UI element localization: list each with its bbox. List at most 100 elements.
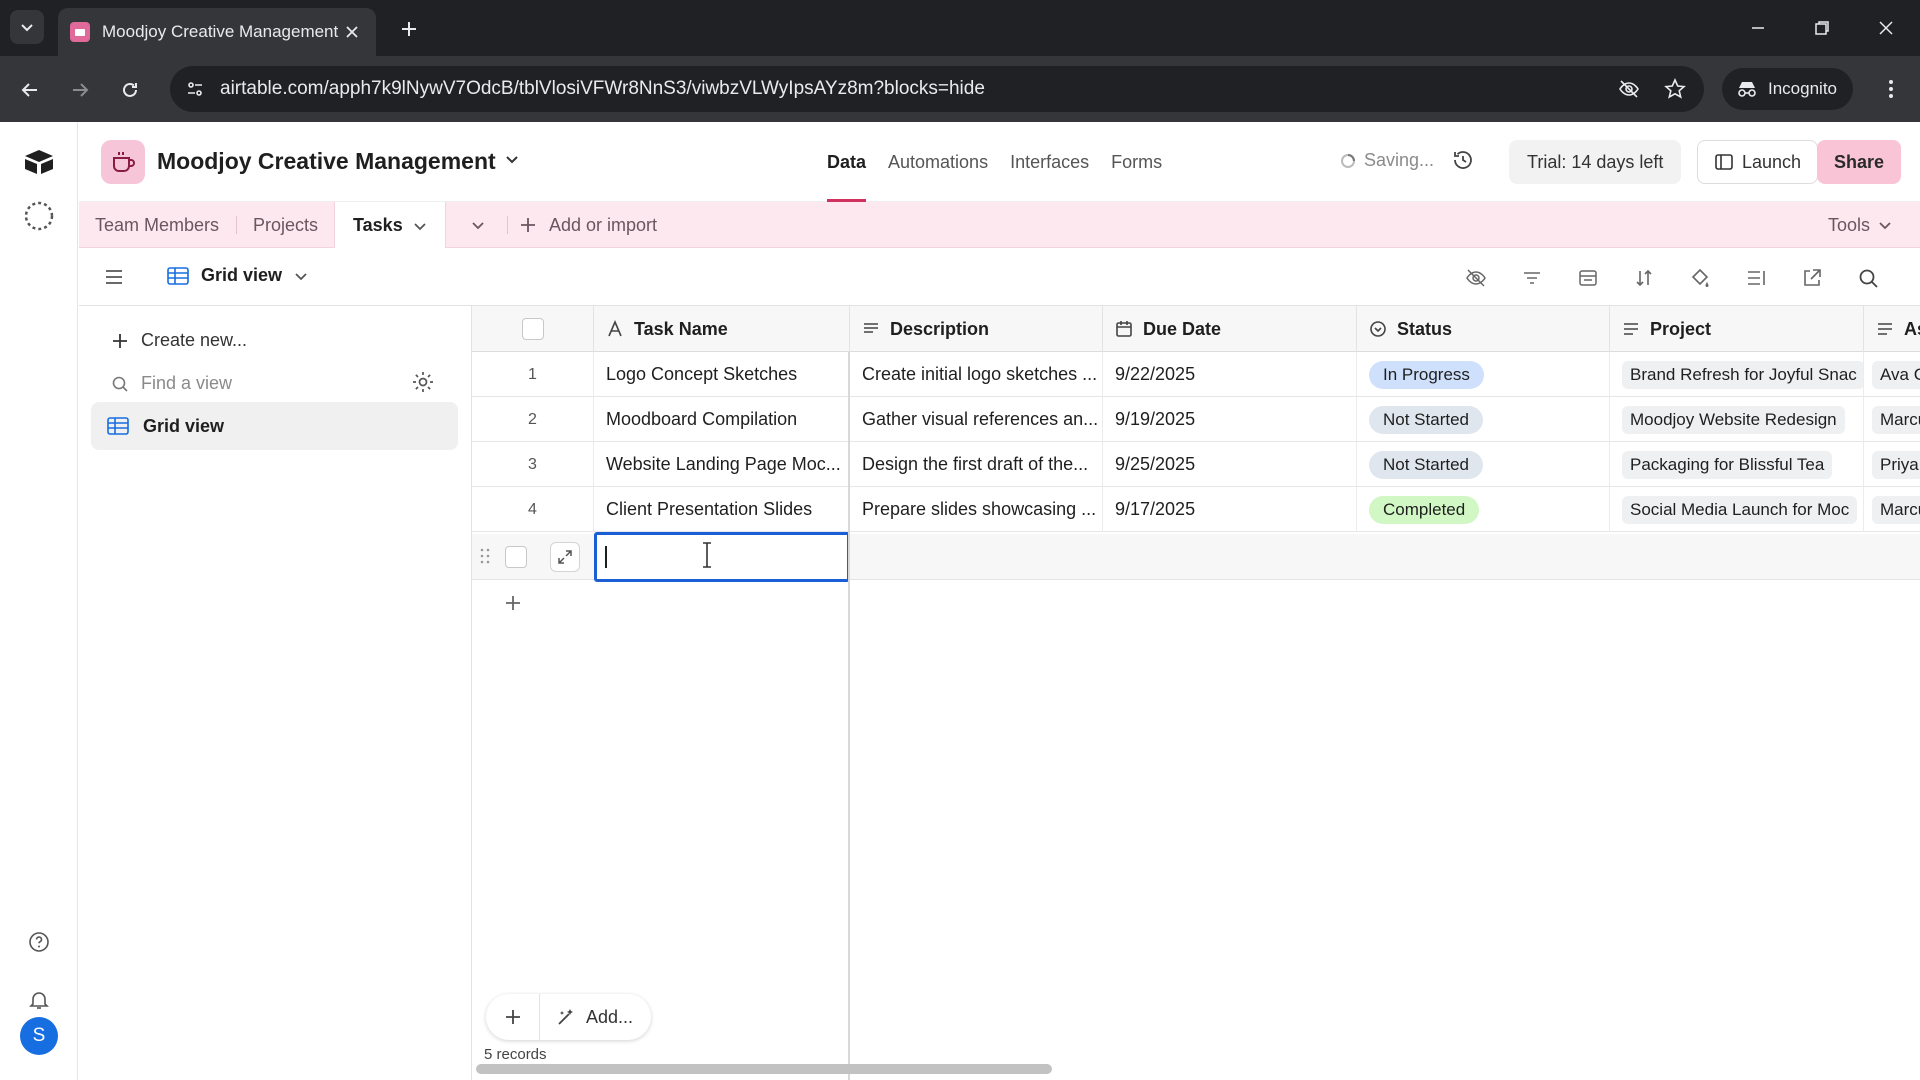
- more-tables-button[interactable]: [455, 202, 501, 248]
- color-button[interactable]: [1687, 265, 1713, 291]
- due-date-cell[interactable]: 9/25/2025: [1103, 442, 1357, 487]
- column-header-project[interactable]: Project: [1610, 306, 1864, 352]
- assignee-cell[interactable]: Marcu: [1864, 397, 1920, 442]
- description-cell[interactable]: Create initial logo sketches ...: [850, 352, 1103, 397]
- hide-fields-button[interactable]: [1463, 265, 1489, 291]
- table-row[interactable]: 3 Website Landing Page Moc... Design the…: [472, 442, 1920, 487]
- user-avatar[interactable]: S: [20, 1017, 58, 1055]
- table-row[interactable]: 2 Moodboard Compilation Gather visual re…: [472, 397, 1920, 442]
- new-record-row[interactable]: [472, 532, 1920, 582]
- minimize-button[interactable]: [1738, 10, 1778, 46]
- tab-close-icon[interactable]: [340, 20, 364, 44]
- share-button[interactable]: Share: [1817, 140, 1901, 184]
- notifications-button[interactable]: [19, 980, 59, 1020]
- task-name-cell[interactable]: Client Presentation Slides: [594, 487, 850, 532]
- column-header-due-date[interactable]: Due Date: [1103, 306, 1357, 352]
- column-header-status[interactable]: Status: [1357, 306, 1610, 352]
- mouse-ibeam-cursor-icon: [701, 542, 713, 568]
- column-header-task-name[interactable]: Task Name: [594, 306, 850, 352]
- drag-handle-icon[interactable]: [480, 547, 490, 565]
- sidebar-view-grid[interactable]: Grid view: [91, 402, 458, 450]
- select-all-checkbox[interactable]: [521, 318, 544, 340]
- description-cell[interactable]: Prepare slides showcasing ...: [850, 487, 1103, 532]
- due-date-cell[interactable]: 9/22/2025: [1103, 352, 1357, 397]
- nav-automations[interactable]: Automations: [888, 122, 988, 202]
- add-record-plus-button[interactable]: [486, 994, 540, 1040]
- project-cell[interactable]: Moodjoy Website Redesign: [1610, 397, 1864, 442]
- trial-badge[interactable]: Trial: 14 days left: [1509, 140, 1682, 184]
- site-settings-icon[interactable]: [182, 76, 208, 102]
- history-button[interactable]: [1451, 148, 1475, 172]
- assignee-cell[interactable]: Ava C: [1864, 352, 1920, 397]
- nav-forms[interactable]: Forms: [1111, 122, 1162, 202]
- row-height-button[interactable]: [1743, 265, 1769, 291]
- airtable-logo-icon: [25, 150, 53, 174]
- nav-data[interactable]: Data: [827, 122, 867, 202]
- share-view-button[interactable]: [1799, 265, 1825, 291]
- new-tab-button[interactable]: [394, 14, 424, 44]
- assignee-cell[interactable]: Priya: [1864, 442, 1920, 487]
- description-cell[interactable]: Gather visual references an...: [850, 397, 1103, 442]
- table-tab-team-members[interactable]: Team Members: [95, 202, 219, 248]
- task-name-editor[interactable]: [594, 532, 850, 582]
- base-name[interactable]: Moodjoy Creative Management: [157, 148, 496, 175]
- task-name-cell[interactable]: Logo Concept Sketches: [594, 352, 850, 397]
- saving-label: Saving...: [1364, 150, 1435, 170]
- due-date-cell[interactable]: 9/17/2025: [1103, 487, 1357, 532]
- add-with-ai-button[interactable]: Add...: [540, 1007, 651, 1028]
- add-or-import-button[interactable]: Add or import: [519, 202, 657, 248]
- add-record-button[interactable]: [498, 588, 528, 618]
- table-tab-projects[interactable]: Projects: [253, 202, 318, 248]
- table-row[interactable]: 4 Client Presentation Slides Prepare sli…: [472, 487, 1920, 532]
- launch-button[interactable]: Launch: [1697, 140, 1819, 184]
- browser-tab-active[interactable]: Moodjoy Creative Management: [58, 8, 376, 56]
- base-menu-chevron-icon[interactable]: [504, 151, 520, 167]
- help-button[interactable]: [19, 922, 59, 962]
- close-window-button[interactable]: [1866, 10, 1906, 46]
- status-cell[interactable]: Not Started: [1357, 397, 1610, 442]
- frozen-column-divider[interactable]: [848, 352, 850, 1080]
- expand-record-button[interactable]: [550, 542, 580, 572]
- create-new-view-button[interactable]: Create new...: [111, 330, 247, 351]
- search-button[interactable]: [1855, 265, 1881, 291]
- base-icon[interactable]: [101, 140, 145, 184]
- project-cell[interactable]: Brand Refresh for Joyful Snac: [1610, 352, 1864, 397]
- nav-interfaces[interactable]: Interfaces: [1010, 122, 1089, 202]
- column-header-assignee[interactable]: As: [1864, 306, 1920, 352]
- assignee-cell[interactable]: Marcu: [1864, 487, 1920, 532]
- filter-button[interactable]: [1519, 265, 1545, 291]
- browser-menu-button[interactable]: [1876, 74, 1906, 104]
- tab-search-button[interactable]: [10, 10, 44, 44]
- restore-button[interactable]: [1802, 10, 1842, 46]
- find-view-input[interactable]: Find a view: [111, 373, 232, 394]
- back-button[interactable]: [12, 72, 48, 108]
- reload-button[interactable]: [112, 72, 148, 108]
- row-checkbox[interactable]: [505, 546, 527, 568]
- forward-button[interactable]: [62, 72, 98, 108]
- group-button[interactable]: [1575, 265, 1601, 291]
- status-cell[interactable]: In Progress: [1357, 352, 1610, 397]
- address-bar[interactable]: airtable.com/apph7k9lNywV7OdcB/tblVlosiV…: [170, 66, 1704, 112]
- column-header-description[interactable]: Description: [850, 306, 1103, 352]
- eye-off-icon[interactable]: [1616, 76, 1642, 102]
- view-switcher[interactable]: Grid view: [167, 265, 308, 286]
- sort-button[interactable]: [1631, 265, 1657, 291]
- horizontal-scrollbar[interactable]: [476, 1064, 1052, 1074]
- project-cell[interactable]: Social Media Launch for Moc: [1610, 487, 1864, 532]
- status-cell[interactable]: Not Started: [1357, 442, 1610, 487]
- status-cell[interactable]: Completed: [1357, 487, 1610, 532]
- task-name-cell[interactable]: Website Landing Page Moc...: [594, 442, 850, 487]
- task-name-cell[interactable]: Moodboard Compilation: [594, 397, 850, 442]
- toggle-sidebar-button[interactable]: [103, 266, 125, 288]
- bookmark-star-icon[interactable]: [1662, 76, 1688, 102]
- description-cell[interactable]: Design the first draft of the...: [850, 442, 1103, 487]
- incognito-indicator[interactable]: Incognito: [1722, 68, 1853, 110]
- due-date-cell[interactable]: 9/19/2025: [1103, 397, 1357, 442]
- table-row[interactable]: 1 Logo Concept Sketches Create initial l…: [472, 352, 1920, 397]
- project-cell[interactable]: Packaging for Blissful Tea: [1610, 442, 1864, 487]
- table-tab-tasks[interactable]: Tasks: [334, 202, 446, 249]
- omni-assistant-button[interactable]: [19, 196, 59, 236]
- tools-menu[interactable]: Tools: [1828, 202, 1892, 248]
- airtable-home-button[interactable]: [19, 142, 59, 182]
- view-settings-button[interactable]: [411, 370, 435, 394]
